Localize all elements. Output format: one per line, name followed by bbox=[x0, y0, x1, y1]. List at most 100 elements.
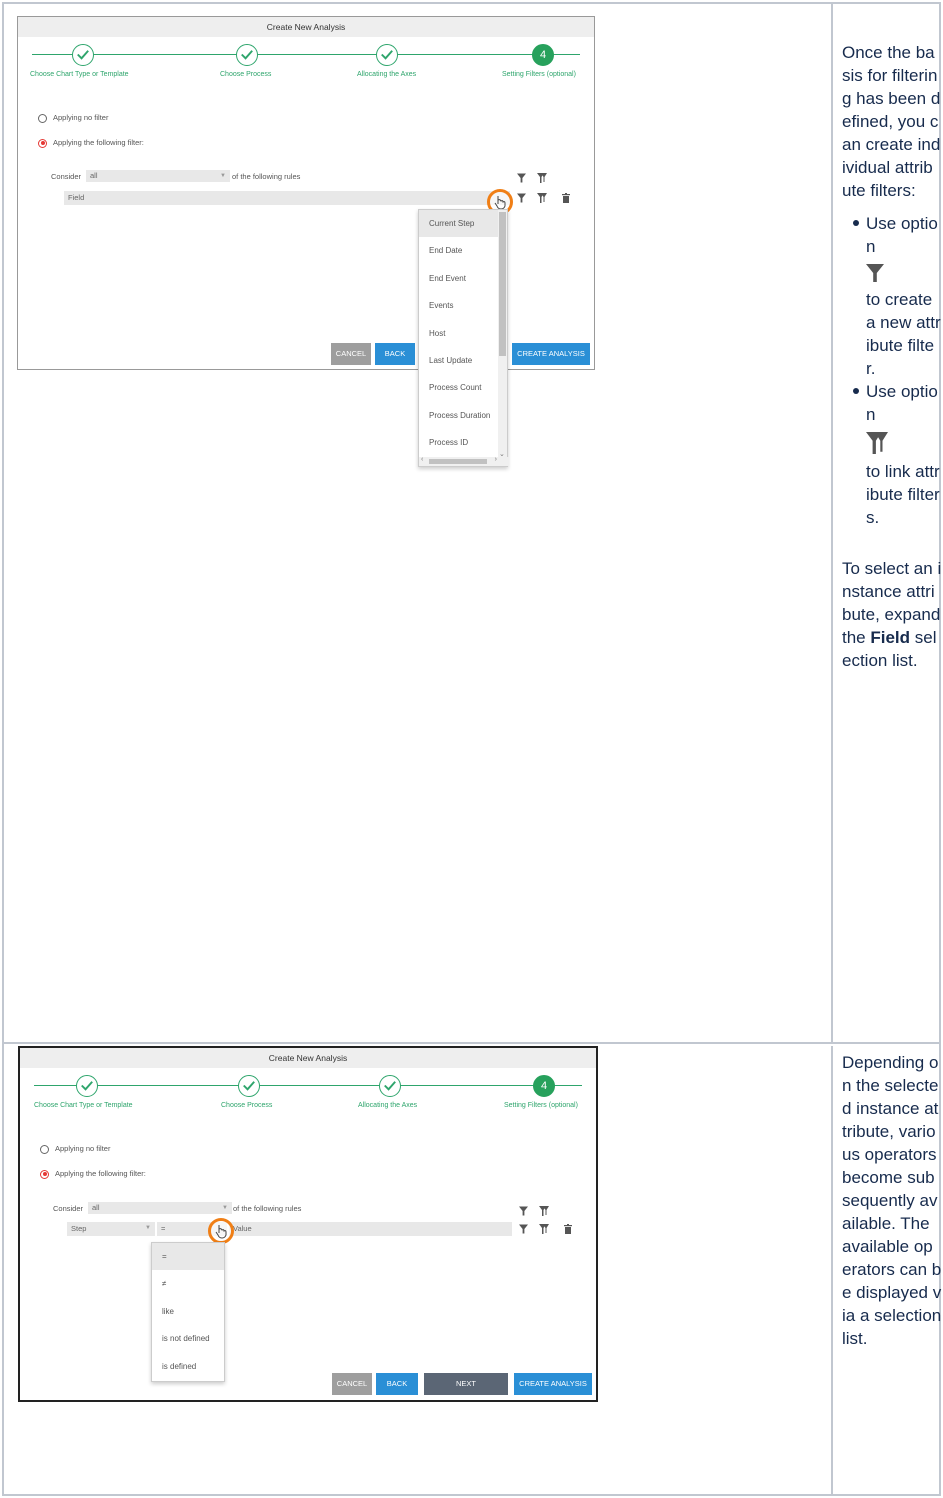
operator-dropdown-list[interactable]: = ≠ like is not defined is defined bbox=[151, 1242, 225, 1382]
intro-paragraph: Once the basis for filtering has been de… bbox=[842, 43, 941, 200]
radio-label: Applying no filter bbox=[55, 1144, 111, 1153]
cancel-button[interactable]: CANCEL bbox=[332, 1373, 372, 1395]
consider-label: Consider bbox=[53, 1204, 84, 1213]
scroll-right-arrow[interactable]: › bbox=[495, 456, 497, 463]
body-paragraph: Depending on the selected instance attri… bbox=[842, 1053, 942, 1348]
explanation-text: Depending on the selected instance attri… bbox=[842, 1051, 942, 1350]
create-analysis-button[interactable]: CREATE ANALYSIS bbox=[514, 1373, 592, 1395]
scrollbar-thumb[interactable] bbox=[499, 212, 506, 356]
dropdown-option[interactable]: Last Update bbox=[419, 347, 507, 374]
radio-button[interactable] bbox=[38, 113, 47, 123]
step-2-label: Choose Process bbox=[220, 71, 272, 78]
bullet-create-filter: Use option to create a new attribute fil… bbox=[842, 212, 942, 380]
trash-icon[interactable] bbox=[562, 193, 570, 203]
back-button[interactable]: BACK bbox=[375, 343, 415, 365]
radio-following-filter[interactable]: Applying the following filter: bbox=[38, 138, 144, 148]
filter-icon[interactable] bbox=[517, 173, 526, 183]
back-button[interactable]: BACK bbox=[376, 1373, 418, 1395]
step-3-label: Allocating the Axes bbox=[358, 1102, 418, 1109]
radio-following-filter[interactable]: Applying the following filter: bbox=[40, 1169, 146, 1179]
caret-down-icon: ▼ bbox=[145, 1225, 151, 1231]
create-analysis-dialog: Create New Analysis 4 Choose Chart Type … bbox=[18, 1046, 598, 1402]
radio-no-filter[interactable]: Applying no filter bbox=[38, 113, 108, 123]
operator-option[interactable]: ≠ bbox=[152, 1270, 224, 1297]
stepper-line bbox=[32, 54, 580, 55]
link-filter-icon[interactable] bbox=[537, 193, 547, 203]
consider-label: Consider bbox=[51, 172, 82, 181]
step-4-number: 4 bbox=[533, 1075, 555, 1097]
step-1-label: Choose Chart Type or Template bbox=[34, 1102, 133, 1109]
bullet-text: to create a new attribute filter. bbox=[866, 290, 941, 378]
step-2-check-icon bbox=[236, 44, 258, 66]
explanation-text: Once the basis for filtering has been de… bbox=[842, 41, 942, 672]
filter-icon[interactable] bbox=[517, 193, 526, 203]
filter-icon[interactable] bbox=[519, 1206, 528, 1216]
scroll-left-arrow[interactable]: ‹ bbox=[421, 456, 423, 463]
radio-no-filter[interactable]: Applying no filter bbox=[40, 1144, 110, 1154]
step-4-label: Setting Filters (optional) bbox=[504, 1102, 578, 1109]
next-button[interactable]: NEXT bbox=[424, 1373, 508, 1395]
field-select[interactable]: Field bbox=[64, 191, 510, 205]
link-filter-icon[interactable] bbox=[537, 173, 547, 183]
dropdown-option[interactable]: Current Step bbox=[419, 210, 507, 238]
link-filter-icon[interactable] bbox=[539, 1206, 549, 1216]
operator-option[interactable]: is defined bbox=[152, 1353, 224, 1380]
dropdown-option[interactable]: Events bbox=[419, 292, 507, 319]
bullet-link-filter: Use option to link attribute filters. bbox=[842, 380, 942, 529]
step-2-check-icon bbox=[238, 1075, 260, 1097]
outro-paragraph: To select an instance attribute, expand … bbox=[842, 557, 942, 672]
vertical-scrollbar[interactable]: ⌄ bbox=[498, 210, 507, 458]
dropdown-option[interactable]: End Date bbox=[419, 237, 507, 264]
step-1-check-icon bbox=[76, 1075, 98, 1097]
radio-button-checked[interactable] bbox=[38, 138, 47, 148]
consider-value: all bbox=[92, 1203, 100, 1212]
horizontal-scrollbar[interactable]: ‹ › bbox=[419, 456, 509, 466]
dropdown-option[interactable]: End Event bbox=[419, 265, 507, 292]
field-value: Step bbox=[71, 1224, 87, 1233]
value-input[interactable]: Value bbox=[229, 1222, 512, 1236]
operator-option[interactable]: is not defined bbox=[152, 1325, 224, 1352]
operator-option[interactable]: like bbox=[152, 1298, 224, 1325]
step-1-check-icon bbox=[72, 44, 94, 66]
bullet-text: Use option bbox=[866, 214, 938, 256]
dropdown-option[interactable]: Process Duration bbox=[419, 402, 507, 429]
dropdown-option[interactable]: Process Count bbox=[419, 374, 507, 401]
column-divider bbox=[831, 1046, 833, 1494]
consider-select[interactable]: all ▼ bbox=[86, 170, 230, 182]
dropdown-option[interactable]: Process ID bbox=[419, 429, 507, 456]
of-following-rules-label: of the following rules bbox=[232, 172, 301, 181]
hand-cursor-icon bbox=[208, 1218, 234, 1244]
consider-select[interactable]: all ▼ bbox=[88, 1202, 232, 1214]
scrollbar-thumb[interactable] bbox=[429, 459, 487, 464]
bullet-text: Use option bbox=[866, 382, 938, 424]
table-row: Create New Analysis 4 Choose Chart Type … bbox=[4, 4, 942, 1044]
caret-down-icon: ▼ bbox=[222, 1205, 228, 1211]
filter-icon bbox=[866, 264, 884, 282]
bullet-text: to link attribute filters. bbox=[866, 462, 940, 527]
operator-value: = bbox=[161, 1224, 166, 1233]
caret-down-icon: ▼ bbox=[220, 173, 226, 179]
step-4-number: 4 bbox=[532, 44, 554, 66]
trash-icon[interactable] bbox=[564, 1224, 572, 1234]
create-analysis-dialog: Create New Analysis 4 Choose Chart Type … bbox=[17, 16, 595, 370]
radio-label: Applying the following filter: bbox=[55, 1169, 146, 1178]
filter-icon[interactable] bbox=[519, 1224, 528, 1234]
step-3-label: Allocating the Axes bbox=[357, 71, 417, 78]
step-2-label: Choose Process bbox=[221, 1102, 273, 1109]
field-select[interactable]: Step ▼ bbox=[67, 1222, 155, 1236]
stepper-line bbox=[34, 1085, 582, 1086]
radio-label: Applying the following filter: bbox=[53, 138, 144, 147]
radio-button-checked[interactable] bbox=[40, 1169, 49, 1179]
create-analysis-button[interactable]: CREATE ANALYSIS bbox=[512, 343, 590, 365]
cancel-button[interactable]: CANCEL bbox=[331, 343, 371, 365]
radio-button[interactable] bbox=[40, 1144, 49, 1154]
dropdown-option[interactable]: Host bbox=[419, 320, 507, 347]
operator-option[interactable]: = bbox=[152, 1243, 224, 1271]
step-1-label: Choose Chart Type or Template bbox=[30, 71, 129, 78]
column-divider bbox=[831, 4, 833, 1042]
dialog-title: Create New Analysis bbox=[18, 17, 594, 37]
link-filter-icon bbox=[866, 432, 888, 454]
dialog-title: Create New Analysis bbox=[20, 1048, 596, 1068]
field-dropdown-list[interactable]: Current Step End Date End Event Events H… bbox=[418, 209, 509, 467]
link-filter-icon[interactable] bbox=[539, 1224, 549, 1234]
